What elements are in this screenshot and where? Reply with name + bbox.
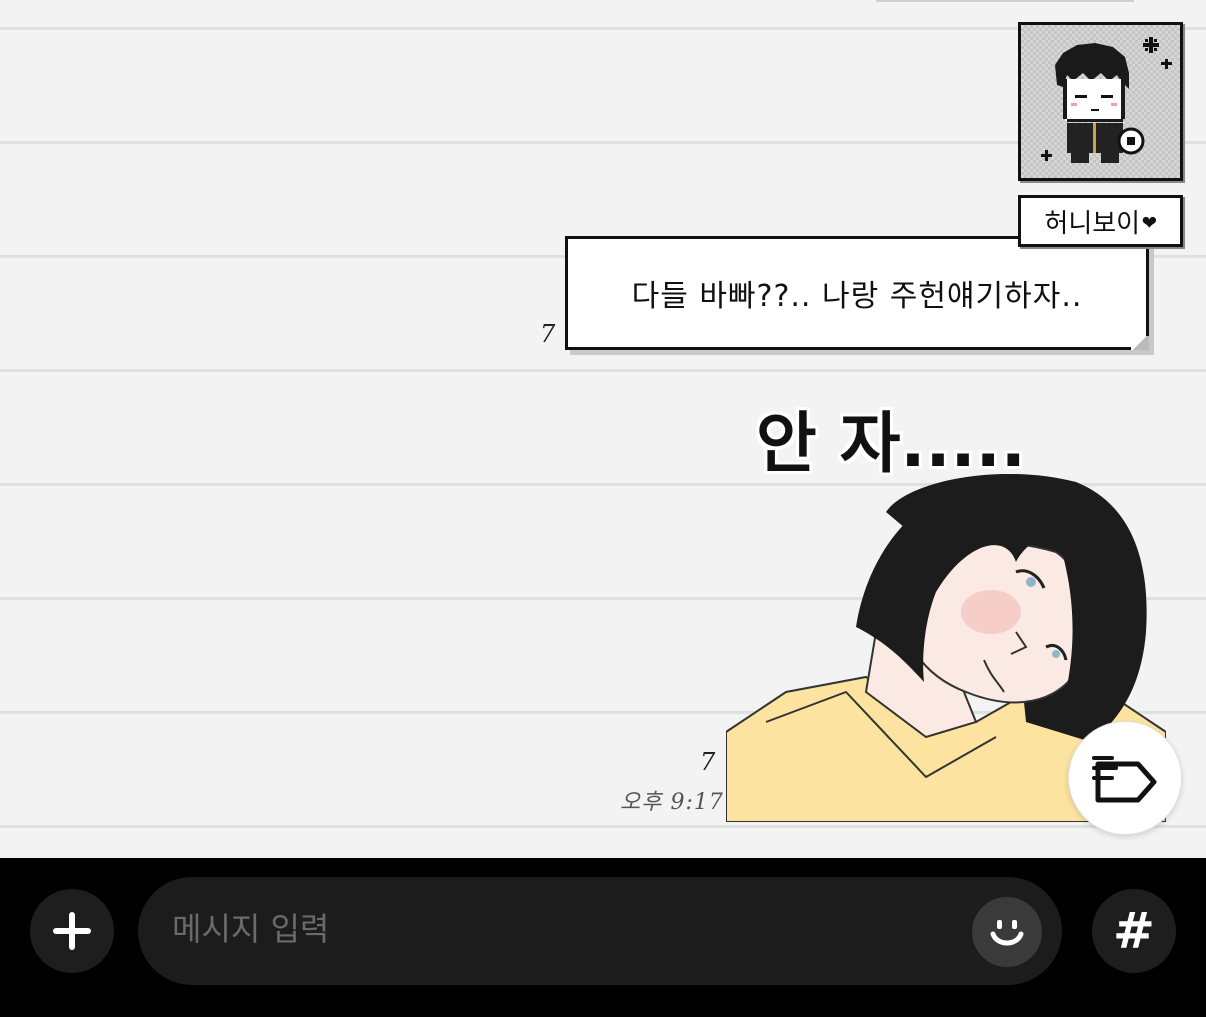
attach-plus-button[interactable] (30, 889, 114, 973)
unread-count: 7 (540, 320, 556, 348)
hashtag-label: # (1113, 902, 1155, 960)
sticker-caption: 안 자..... (756, 405, 1026, 482)
message-bubble[interactable]: 다들 바빠??.. 나랑 주헌얘기하자.. (565, 236, 1149, 350)
message-text: 다들 바빠??.. 나랑 주헌얘기하자.. (631, 279, 1083, 314)
heart-icon: ❤ (1142, 207, 1157, 235)
pixel-boy-avatar-icon (1041, 37, 1172, 163)
message-time: 오후 9:17 (620, 790, 724, 815)
tag-list-button[interactable] (1068, 721, 1182, 835)
message-input[interactable] (172, 901, 952, 957)
previous-message-edge (876, 0, 1134, 2)
unread-count: 7 (700, 748, 716, 776)
sender-name[interactable]: 허니보이 ❤ (1018, 195, 1183, 247)
plus-icon (53, 912, 91, 950)
message-input-container (138, 877, 1062, 985)
bubble-fold-decoration (1131, 336, 1149, 350)
sender-name-label: 허니보이 (1044, 208, 1141, 239)
sender-avatar[interactable] (1018, 22, 1183, 181)
hashtag-button[interactable]: # (1092, 889, 1176, 973)
smiley-icon (990, 920, 1024, 946)
tag-list-icon (1092, 756, 1157, 803)
emoji-button[interactable] (972, 897, 1042, 967)
